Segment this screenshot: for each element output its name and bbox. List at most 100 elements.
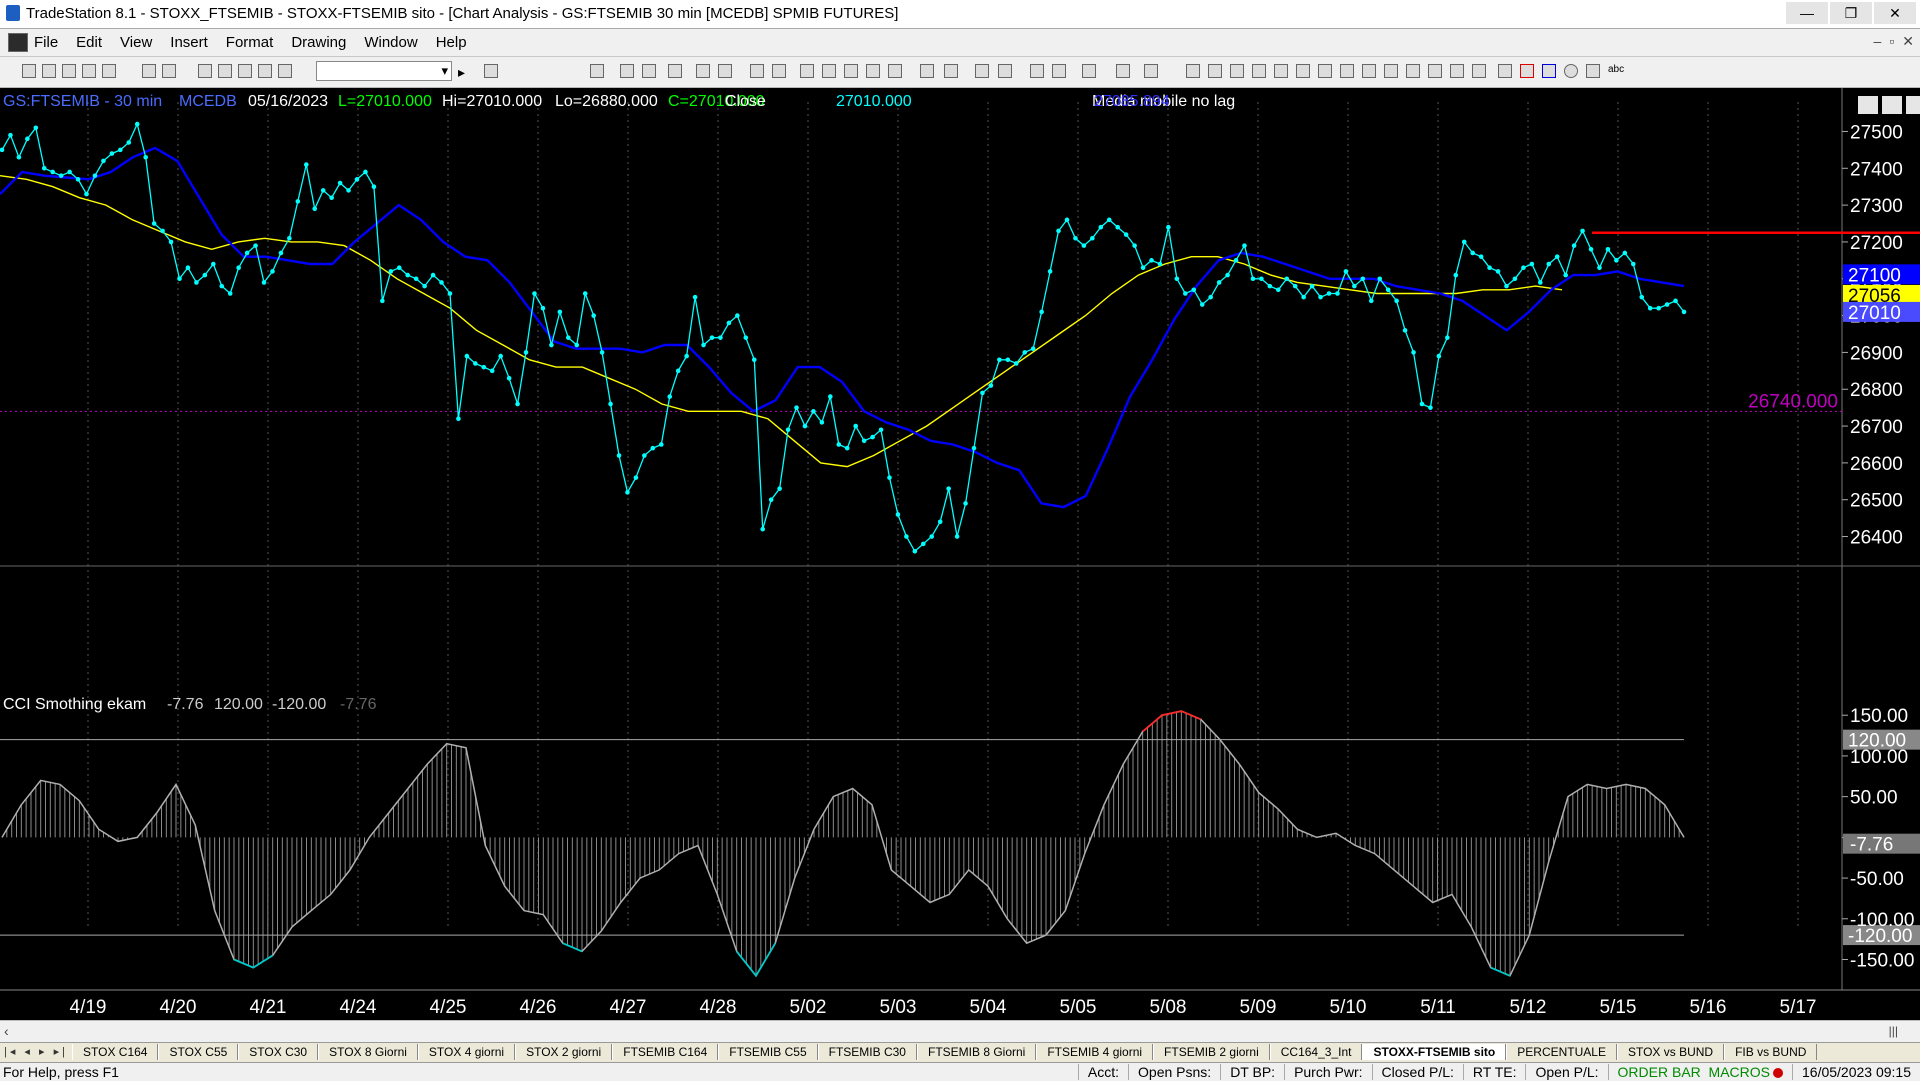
ellipse-icon[interactable] <box>1564 64 1578 78</box>
workspace-tab[interactable]: CC164_3_Int <box>1269 1044 1363 1060</box>
zoom-out-icon[interactable] <box>998 64 1012 78</box>
grid-icon[interactable] <box>590 64 604 78</box>
ohlc-icon[interactable] <box>888 64 902 78</box>
arc-icon[interactable] <box>1450 64 1464 78</box>
radar-icon[interactable] <box>822 64 836 78</box>
workspace-tab[interactable]: PERCENTUALE <box>1506 1044 1617 1060</box>
bars-icon[interactable] <box>696 64 710 78</box>
bar-chart-icon[interactable] <box>844 64 858 78</box>
rectangle-icon[interactable] <box>1586 64 1600 78</box>
vlines-icon[interactable] <box>1208 64 1222 78</box>
fib-icon[interactable] <box>1252 64 1266 78</box>
indicator-icon[interactable] <box>668 64 682 78</box>
pointer-icon[interactable] <box>1030 64 1044 78</box>
symbol-dropdown[interactable] <box>316 61 452 81</box>
scroll-left-icon[interactable]: ‹ <box>4 1023 9 1039</box>
table2-icon[interactable] <box>642 64 656 78</box>
workspace-tab[interactable]: STOXX-FTSEMIB sito <box>1362 1044 1507 1060</box>
scan-icon[interactable] <box>800 64 814 78</box>
chart-area[interactable]: 4/19 4/20 4/21 4/24 4/25 4/26 4/27 4/28 5/02 5/03… <box>0 88 1920 1020</box>
open-icon[interactable] <box>42 64 56 78</box>
price-point <box>1394 298 1399 304</box>
chart2-icon[interactable] <box>218 64 232 78</box>
workspace-tab[interactable]: STOX 8 Giorni <box>318 1044 418 1060</box>
pen-icon[interactable] <box>1472 64 1486 78</box>
mdi-restore-button[interactable]: ▫ <box>1889 33 1894 50</box>
mdi-minimize-button[interactable]: – <box>1874 33 1882 50</box>
hlines-icon[interactable] <box>1230 64 1244 78</box>
copy-icon[interactable] <box>82 64 96 78</box>
menu-view[interactable]: View <box>120 34 152 51</box>
price-point <box>1554 254 1560 259</box>
workspace-tab[interactable]: STOX C55 <box>158 1044 239 1060</box>
header-close-value: 27010.000 <box>836 93 912 110</box>
candle-icon[interactable] <box>866 64 880 78</box>
tab-navigation[interactable]: |◂ ◂ ▸ ▸| <box>4 1045 68 1058</box>
lock-icon[interactable] <box>238 64 252 78</box>
horizontal-scrollbar[interactable]: ‹ ||| <box>0 1020 1920 1043</box>
menu-window[interactable]: Window <box>364 34 417 51</box>
fan2-icon[interactable] <box>1296 64 1310 78</box>
layout-icon[interactable] <box>750 64 764 78</box>
expand-icon[interactable] <box>920 64 934 78</box>
arrows-icon[interactable] <box>1384 64 1398 78</box>
export-icon[interactable] <box>1116 64 1130 78</box>
print-preview-icon[interactable] <box>162 64 176 78</box>
gann-icon[interactable] <box>1340 64 1354 78</box>
channel-icon[interactable] <box>1318 64 1332 78</box>
price-point <box>346 188 351 193</box>
menu-drawing[interactable]: Drawing <box>291 34 346 51</box>
hammer-icon[interactable] <box>1082 64 1096 78</box>
workspace-tab[interactable]: FTSEMIB C55 <box>718 1044 818 1060</box>
table-icon[interactable] <box>620 64 634 78</box>
zoom-in-icon[interactable] <box>975 64 989 78</box>
trendline-icon[interactable] <box>1186 64 1200 78</box>
workspace-tab[interactable]: STOX C164 <box>72 1044 159 1060</box>
restore-button[interactable]: ❐ <box>1830 2 1872 24</box>
angle-icon[interactable] <box>1362 64 1376 78</box>
scroll-thumb-icon[interactable]: ||| <box>1889 1024 1898 1038</box>
workspace-tab[interactable]: FTSEMIB C164 <box>612 1044 719 1060</box>
workspace-tab[interactable]: STOX vs BUND <box>1616 1044 1725 1060</box>
workspace-tab[interactable]: STOX 2 giorni <box>515 1044 613 1060</box>
new-icon[interactable] <box>22 64 36 78</box>
workspace-tab[interactable]: FTSEMIB 8 Giorni <box>916 1044 1037 1060</box>
arrow-right-icon[interactable]: ▸ <box>458 64 472 80</box>
close-button[interactable]: ✕ <box>1874 2 1916 24</box>
refresh-icon[interactable] <box>718 64 732 78</box>
speed-icon[interactable] <box>1428 64 1442 78</box>
workspace-tab[interactable]: FTSEMIB 2 giorni <box>1153 1044 1270 1060</box>
save-icon[interactable] <box>62 64 76 78</box>
data-window-icon[interactable] <box>1052 64 1066 78</box>
chart-window-icon[interactable] <box>8 33 28 52</box>
folder-icon[interactable] <box>102 64 116 78</box>
tools-icon[interactable] <box>258 64 272 78</box>
minimize-button[interactable]: — <box>1786 2 1828 24</box>
menu-format[interactable]: Format <box>226 34 274 51</box>
text-tool-icon[interactable]: abc <box>1608 64 1624 78</box>
menu-file[interactable]: File <box>34 34 58 51</box>
workspace-tab[interactable]: STOX 4 giorni <box>417 1044 516 1060</box>
arrow-down-red-icon[interactable] <box>1520 64 1534 78</box>
search-icon[interactable] <box>484 64 498 78</box>
menu-help[interactable]: Help <box>436 34 467 51</box>
menu-edit[interactable]: Edit <box>76 34 102 51</box>
fan-icon[interactable] <box>1274 64 1288 78</box>
curve-icon[interactable] <box>1498 64 1512 78</box>
print-icon[interactable] <box>142 64 156 78</box>
parallel-icon[interactable] <box>1406 64 1420 78</box>
layout2-icon[interactable] <box>772 64 786 78</box>
chart-icon[interactable] <box>198 64 212 78</box>
workspace-tab[interactable]: FTSEMIB C30 <box>817 1044 917 1060</box>
compress-icon[interactable] <box>944 64 958 78</box>
arrow-up-blue-icon[interactable] <box>1542 64 1556 78</box>
doc-icon[interactable] <box>1144 64 1158 78</box>
globe-icon[interactable] <box>278 64 292 78</box>
workspace-tab[interactable]: FTSEMIB 4 giorni <box>1036 1044 1154 1060</box>
order-bar-button[interactable]: ORDER BAR MACROS <box>1607 1064 1792 1080</box>
mdi-close-button[interactable]: ✕ <box>1902 33 1914 50</box>
workspace-tab[interactable]: FIB vs BUND <box>1724 1044 1818 1060</box>
workspace-tab[interactable]: STOX C30 <box>238 1044 319 1060</box>
panel-restore-icon <box>1882 96 1902 114</box>
menu-insert[interactable]: Insert <box>170 34 208 51</box>
